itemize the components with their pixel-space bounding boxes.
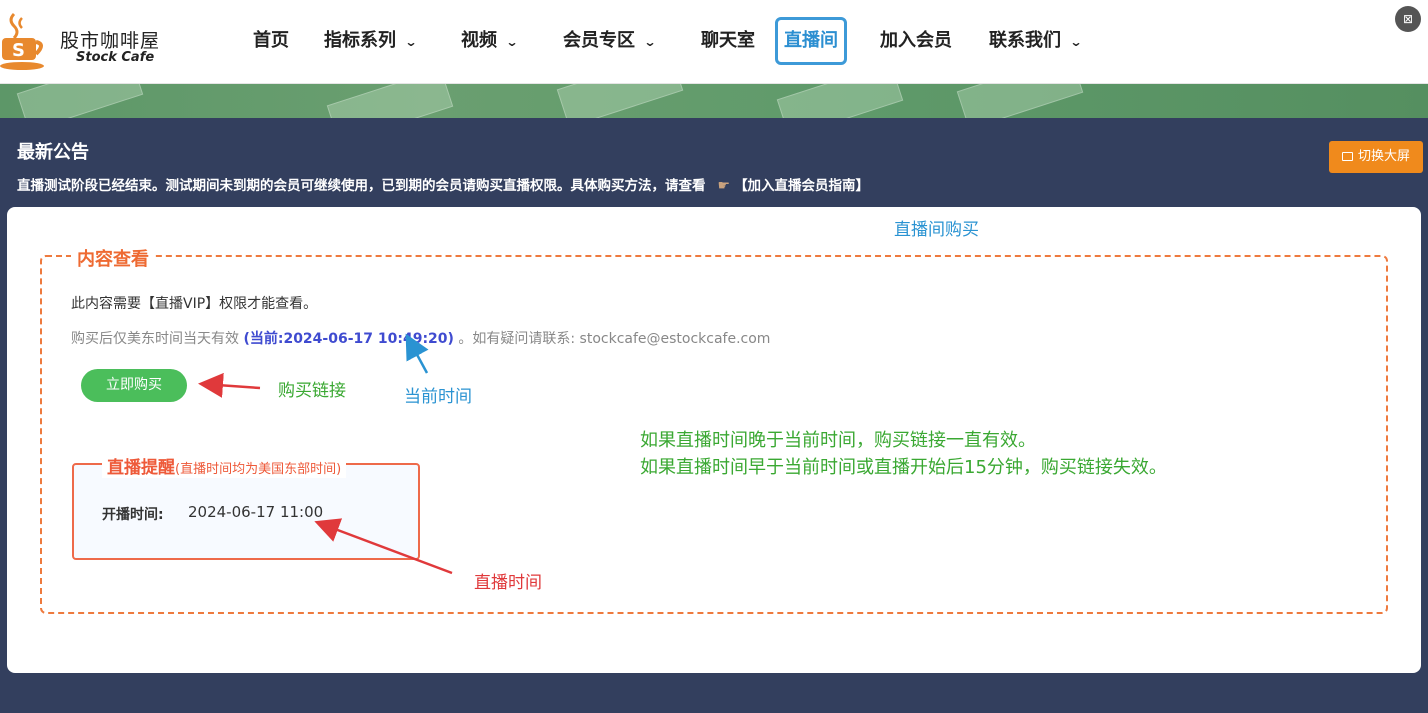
nav-member-zone[interactable]: 会员专区 ⌄ <box>563 17 657 65</box>
site-logo[interactable]: S 股市咖啡屋 Stock Cafe <box>0 10 180 72</box>
nav-live-room-label: 直播间 <box>784 30 838 51</box>
nav-member-zone-label: 会员专区 <box>563 30 635 51</box>
nav-videos[interactable]: 视频 ⌄ <box>461 17 519 65</box>
hero-banner <box>0 84 1428 118</box>
contact-email-text: 。如有疑问请联系: stockcafe@estockcafe.com <box>458 331 771 347</box>
chevron-down-icon: ⌄ <box>404 35 418 49</box>
chevron-down-icon: ⌄ <box>1069 35 1083 49</box>
nav-home-label: 首页 <box>253 30 289 51</box>
nav-chatroom[interactable]: 聊天室 <box>701 17 755 65</box>
nav-live-room[interactable]: 直播间 <box>775 17 847 65</box>
content-view-legend: 内容查看 <box>71 245 155 271</box>
logo-english-text: Stock Cafe <box>76 50 155 65</box>
purchase-rule-line-1: 如果直播时间晚于当前时间，购买链接一直有效。 <box>640 430 1036 451</box>
toggle-fullscreen-label: 切换大屏 <box>1357 149 1410 164</box>
nav-join-member-label: 加入会员 <box>880 30 952 51</box>
start-time-value: 2024-06-17 11:00 <box>188 503 324 521</box>
purchase-info-text: 购买后仅美东时间当天有效 (当前:2024-06-17 10:49:20) 。如… <box>71 328 770 348</box>
annotation-live-time: 直播时间 <box>474 573 542 593</box>
nav-contact-us[interactable]: 联系我们 ⌄ <box>989 17 1083 65</box>
buy-now-button[interactable]: 立即购买 <box>81 369 187 402</box>
live-reminder-title: 直播提醒 <box>107 458 175 478</box>
nav-contact-us-label: 联系我们 <box>989 30 1061 51</box>
notice-text: 直播测试阶段已经结束。测试期间未到期的会员可继续使用，已到期的会员请购买直播权限… <box>17 178 706 194</box>
annotation-live-room-purchase: 直播间购买 <box>894 220 979 240</box>
banner-decoration <box>326 84 454 118</box>
live-reminder-timezone-note: (直播时间均为美国东部时间) <box>175 462 342 477</box>
live-reminder-legend: 直播提醒(直播时间均为美国东部时间) <box>102 453 347 478</box>
coffee-cup-icon: S <box>0 12 44 70</box>
nav-indicators-label: 指标系列 <box>324 30 396 51</box>
svg-text:S: S <box>12 40 25 61</box>
annotation-current-time: 当前时间 <box>404 387 472 407</box>
banner-decoration <box>16 84 144 118</box>
vip-required-text: 此内容需要【直播VIP】权限才能查看。 <box>71 296 318 312</box>
site-header: S 股市咖啡屋 Stock Cafe 首页 指标系列 ⌄ 视频 ⌄ 会员专区 ⌄ 聊天… <box>0 0 1428 84</box>
notice-body: 直播测试阶段已经结束。测试期间未到期的会员可继续使用，已到期的会员请购买直播权限… <box>17 174 869 194</box>
purchase-validity-text: 购买后仅美东时间当天有效 <box>71 331 239 347</box>
banner-decoration <box>556 84 684 118</box>
purchase-rule-line-2: 如果直播时间早于当前时间或直播开始后15分钟，购买链接失效。 <box>640 457 1167 478</box>
content-card: 直播间购买 内容查看 此内容需要【直播VIP】权限才能查看。 购买后仅美东时间当… <box>7 207 1421 673</box>
toggle-fullscreen-button[interactable]: 切换大屏 <box>1329 141 1423 173</box>
screenshot-tool-icon[interactable]: ⊠ <box>1395 6 1421 32</box>
current-time-text: (当前:2024-06-17 10:49:20) <box>243 331 454 347</box>
start-time-label: 开播时间: <box>102 507 164 523</box>
banner-decoration <box>956 84 1084 118</box>
nav-chatroom-label: 聊天室 <box>701 30 755 51</box>
notice-title: 最新公告 <box>17 142 89 163</box>
nav-videos-label: 视频 <box>461 30 497 51</box>
nav-indicators[interactable]: 指标系列 ⌄ <box>324 17 418 65</box>
purchase-rule-note: 如果直播时间晚于当前时间，购买链接一直有效。 如果直播时间早于当前时间或直播开始… <box>640 427 1167 481</box>
chevron-down-icon: ⌄ <box>505 35 519 49</box>
pointing-hand-icon: ☛ <box>717 178 731 194</box>
nav-home[interactable]: 首页 <box>253 17 289 65</box>
annotation-buy-link: 购买链接 <box>278 381 346 401</box>
logo-chinese-text: 股市咖啡屋 <box>60 30 161 52</box>
chevron-down-icon: ⌄ <box>643 35 657 49</box>
nav-join-member[interactable]: 加入会员 <box>880 17 952 65</box>
screen-icon <box>1341 152 1353 161</box>
join-live-member-guide-link[interactable]: 【加入直播会员指南】 <box>734 178 869 194</box>
banner-decoration <box>776 84 904 118</box>
